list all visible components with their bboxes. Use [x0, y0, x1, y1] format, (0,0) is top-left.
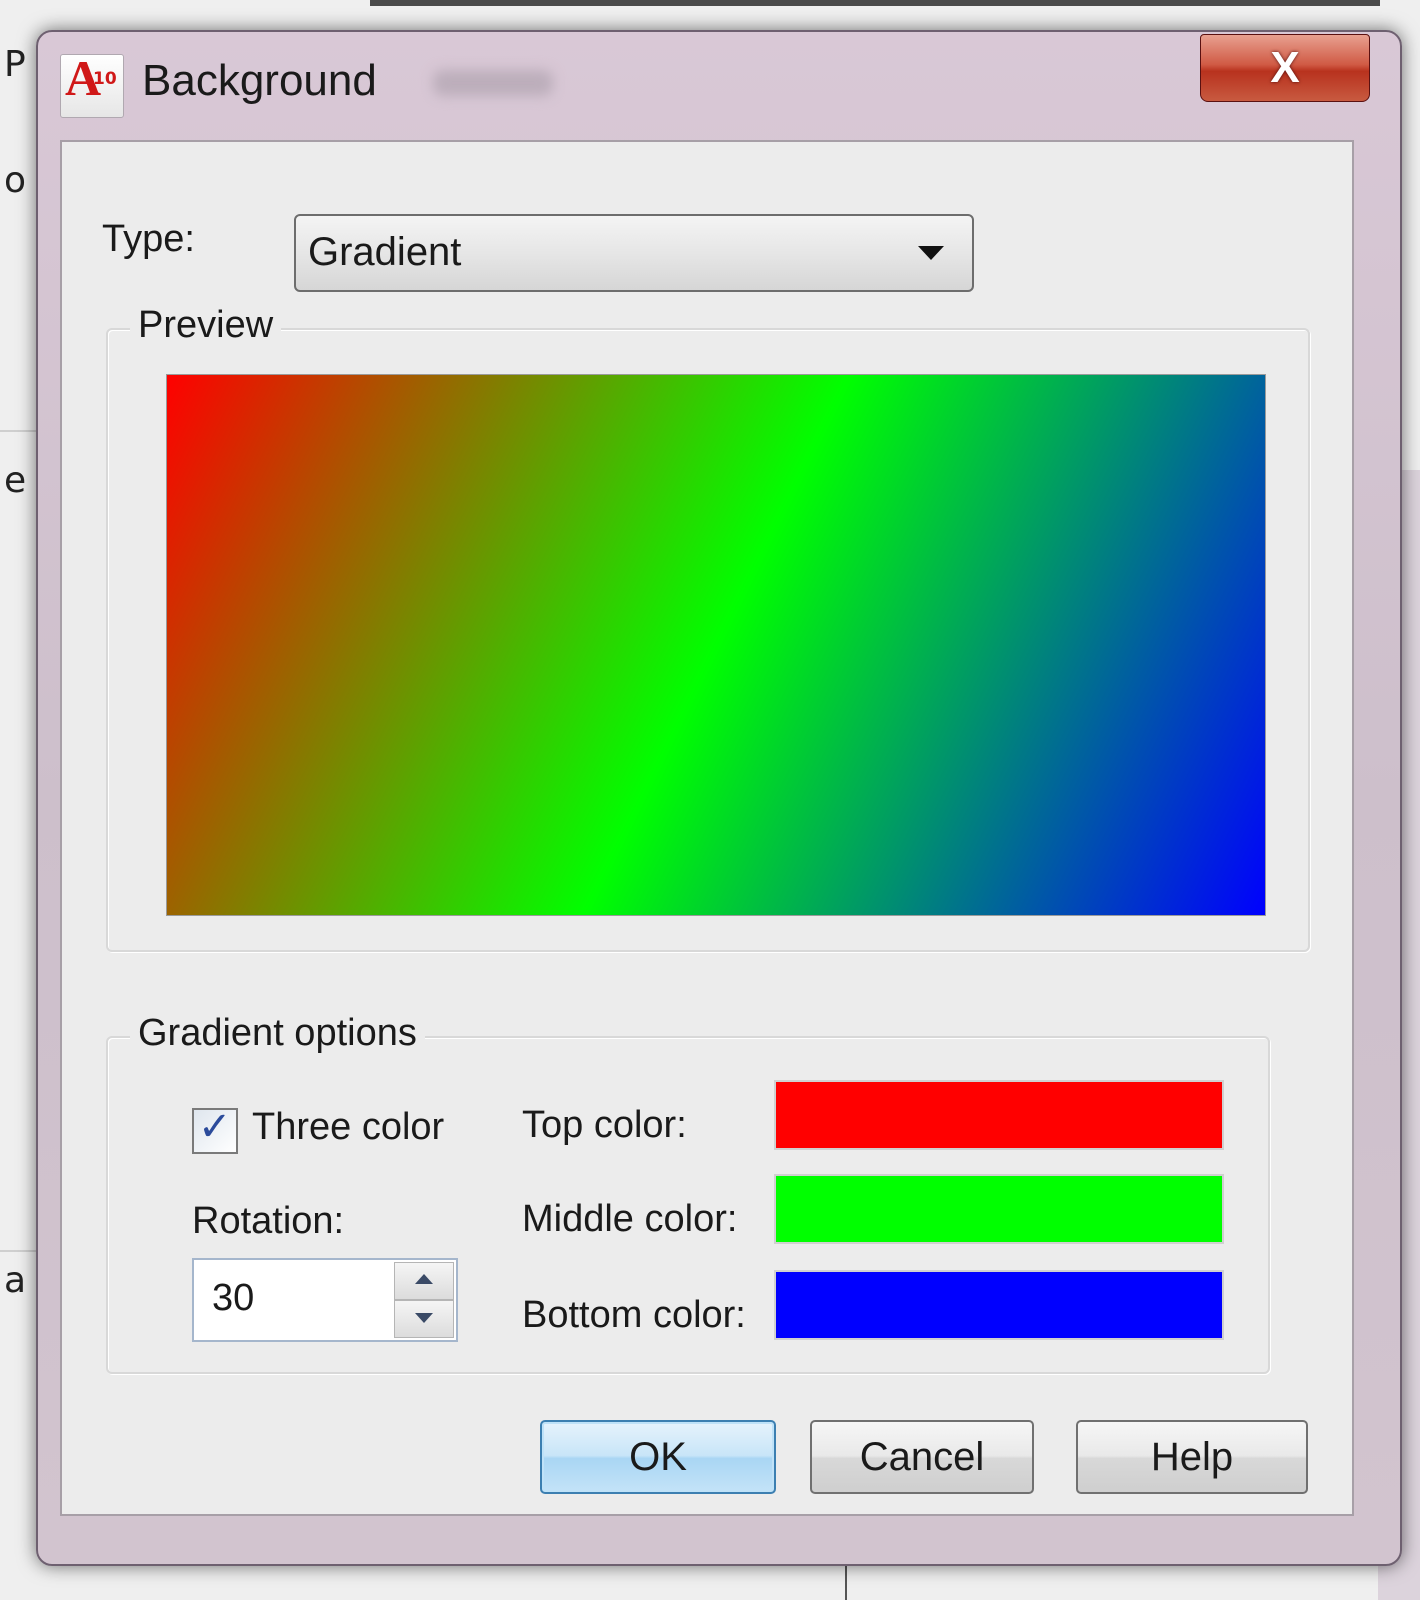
- preview-legend: Preview: [130, 304, 282, 347]
- type-dropdown-value: Gradient: [308, 230, 462, 274]
- gradient-options-legend: Gradient options: [130, 1012, 425, 1055]
- cancel-button[interactable]: Cancel: [810, 1420, 1034, 1494]
- gradient-fill: [167, 375, 1265, 915]
- background-text: a: [4, 1260, 27, 1301]
- gradient-options-group: Gradient options ✓ Three color Rotation:…: [106, 1012, 1270, 1374]
- top-color-label: Top color:: [522, 1104, 687, 1146]
- middle-color-swatch[interactable]: [774, 1174, 1224, 1244]
- bottom-color-label: Bottom color:: [522, 1294, 746, 1336]
- title-blurred-region: [433, 70, 553, 96]
- type-label: Type:: [102, 218, 195, 260]
- background-dialog: A 10 Background X Type: Gradient Preview: [36, 30, 1402, 1566]
- gradient-preview-canvas: [167, 375, 1265, 915]
- ok-button[interactable]: OK: [540, 1420, 776, 1494]
- chevron-down-icon: [918, 246, 944, 260]
- help-button[interactable]: Help: [1076, 1420, 1308, 1494]
- checkmark-icon: ✓: [198, 1104, 232, 1150]
- background-divider: [0, 430, 40, 432]
- autocad-app-icon: A 10: [60, 50, 124, 118]
- app-icon-version: 10: [93, 69, 117, 89]
- close-icon: X: [1270, 43, 1300, 92]
- background-text: o: [4, 160, 27, 201]
- chevron-up-icon: [415, 1274, 433, 1284]
- rotation-decrease-button[interactable]: [394, 1300, 454, 1338]
- rotation-input[interactable]: [196, 1262, 408, 1334]
- background-toolbar-edge: [370, 0, 1380, 6]
- rotation-increase-button[interactable]: [394, 1262, 454, 1300]
- middle-color-label: Middle color:: [522, 1198, 738, 1240]
- three-color-label: Three color: [252, 1106, 445, 1148]
- bottom-color-swatch[interactable]: [774, 1270, 1224, 1340]
- type-dropdown[interactable]: Gradient: [294, 214, 974, 292]
- dialog-client-area: Type: Gradient Preview Gradient options …: [60, 140, 1354, 1516]
- background-text: e: [4, 460, 27, 501]
- rotation-spinner: [192, 1258, 458, 1342]
- background-divider: [0, 1250, 40, 1252]
- background-text: P: [4, 44, 26, 85]
- gradient-preview: [166, 374, 1266, 916]
- three-color-checkbox[interactable]: ✓: [192, 1104, 238, 1154]
- top-color-swatch[interactable]: [774, 1080, 1224, 1150]
- dialog-title: Background: [142, 56, 377, 105]
- chevron-down-icon: [415, 1313, 433, 1323]
- dialog-titlebar[interactable]: A 10 Background X: [38, 32, 1400, 140]
- preview-group: Preview: [106, 304, 1310, 952]
- close-button[interactable]: X: [1200, 34, 1370, 102]
- rotation-label: Rotation:: [192, 1200, 345, 1242]
